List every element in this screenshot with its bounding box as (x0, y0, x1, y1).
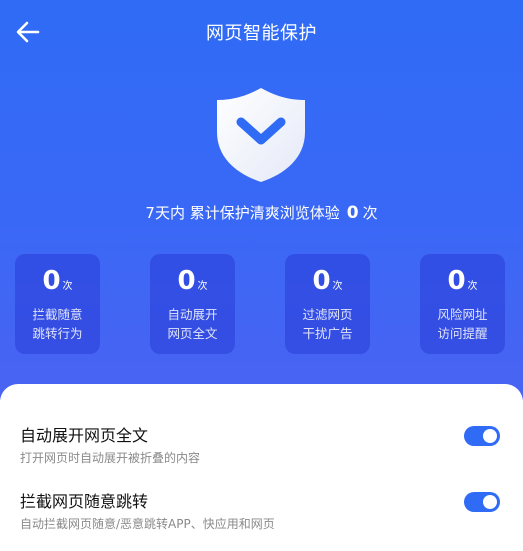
summary-unit: 次 (362, 204, 378, 222)
hero-section: 网页智能保护 7天内 累计保护清爽浏览体验 0 次 0次 拦截随意 跳转行为 0次 自… (0, 0, 523, 400)
stat-card-auto-expand: 0次 自动展开网页全文 (150, 254, 235, 354)
stat-unit: 次 (332, 281, 343, 292)
stat-value: 0 (447, 266, 466, 296)
stat-value: 0 (177, 266, 196, 296)
auto-expand-toggle[interactable] (464, 426, 500, 446)
summary-text: 7天内 累计保护清爽浏览体验 (145, 204, 340, 222)
setting-block-redirect: 拦截网页随意跳转 自动拦截网页随意/恶意跳转APP、快应用和网页 (20, 488, 503, 531)
setting-title: 自动展开网页全文 (20, 426, 149, 445)
stat-unit: 次 (62, 281, 73, 292)
settings-panel: 自动展开网页全文 打开网页时自动展开被折叠的内容 拦截网页随意跳转 自动拦截网页… (0, 384, 523, 551)
stat-label-line2: 跳转行为 (32, 326, 83, 341)
stat-label-line2: 干扰广告 (302, 326, 353, 341)
stat-card-filter-ads: 0次 过滤网页干扰广告 (285, 254, 370, 354)
stat-value: 0 (42, 266, 61, 296)
setting-description: 自动拦截网页随意/恶意跳转APP、快应用和网页 (20, 517, 275, 531)
stat-label-line2: 网页全文 (167, 326, 218, 341)
stat-value: 0 (312, 266, 331, 296)
stat-unit: 次 (197, 281, 208, 292)
setting-description: 打开网页时自动展开被折叠的内容 (20, 451, 201, 465)
stats-row: 0次 拦截随意 跳转行为 0次 自动展开 网页全文 0次 过滤网页 干扰广告 0次 风… (0, 254, 523, 354)
protection-summary: 7天内 累计保护清爽浏览体验 0 次 (0, 202, 523, 223)
stat-label-line2: 访问提醒 (437, 326, 488, 341)
setting-title: 拦截网页随意跳转 (20, 492, 149, 511)
stat-unit: 次 (467, 281, 478, 292)
shield-check-icon (211, 84, 311, 184)
stat-label-line1: 风险网址 (437, 307, 488, 322)
stat-card-block-redirect: 0次 拦截随意跳转行为 (15, 254, 100, 354)
page-title: 网页智能保护 (206, 23, 317, 44)
stat-card-risk-url: 0次 风险网址访问提醒 (420, 254, 505, 354)
toggle-knob (483, 429, 497, 443)
toggle-knob (483, 495, 497, 509)
block-redirect-toggle[interactable] (464, 492, 500, 512)
setting-auto-expand: 自动展开网页全文 打开网页时自动展开被折叠的内容 (20, 422, 503, 465)
stat-label-line1: 自动展开 (167, 307, 218, 322)
summary-count: 0 (346, 203, 359, 223)
top-bar: 网页智能保护 (0, 0, 523, 64)
stat-label-line1: 拦截随意 (32, 307, 83, 322)
stat-label-line1: 过滤网页 (302, 307, 353, 322)
